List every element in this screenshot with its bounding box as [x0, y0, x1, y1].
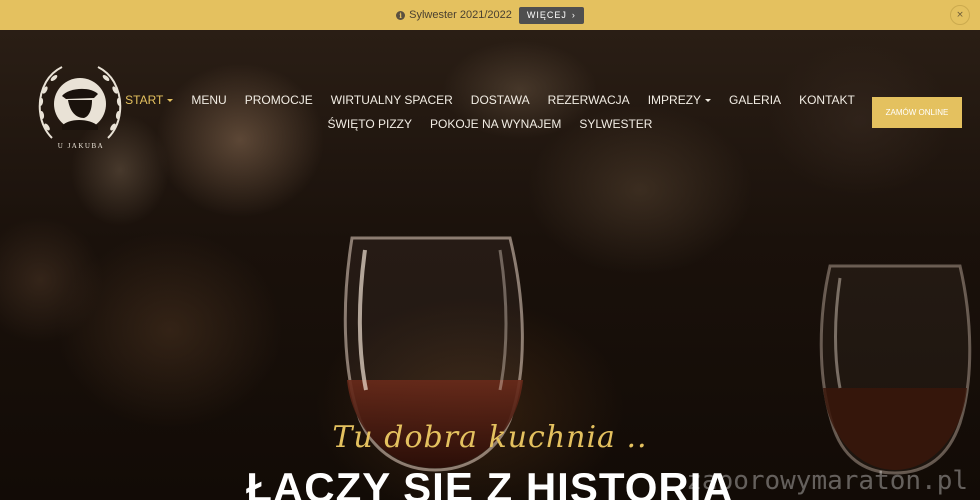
close-icon: ×	[956, 10, 964, 20]
chevron-right-icon: ›	[571, 10, 576, 20]
logo-text: U JAKUBA	[57, 142, 105, 150]
nav-item-pokoje-na-wynajem[interactable]: POKOJE NA WYNAJEM	[421, 117, 570, 131]
info-icon: i	[396, 10, 406, 20]
nav-item-galeria[interactable]: GALERIA	[720, 93, 790, 107]
announcement-text: Sylwester 2021/2022	[409, 9, 512, 21]
caret-down-icon	[167, 99, 174, 103]
nav-row-primary: START MENU PROMOCJE WIRTUALNY SPACER DOS…	[125, 89, 855, 111]
nav-item-label: IMPREZY	[647, 93, 702, 107]
nav-item-sylwester[interactable]: SYLWESTER	[570, 117, 661, 131]
announcement-bar: i Sylwester 2021/2022 WIĘCEJ › ×	[0, 0, 980, 30]
nav-item-label: START	[125, 93, 164, 107]
nav-item-rezerwacja[interactable]: REZERWACJA	[539, 93, 639, 107]
nav-item-menu[interactable]: MENU	[182, 93, 235, 107]
nav-item-promocje[interactable]: PROMOCJE	[236, 93, 322, 107]
nav-item-dostawa[interactable]: DOSTAWA	[462, 93, 539, 107]
nav-item-wirtualny-spacer[interactable]: WIRTUALNY SPACER	[322, 93, 462, 107]
nav-row-secondary: ŚWIĘTO PIZZY POKOJE NA WYNAJEM SYLWESTER	[185, 113, 795, 135]
watermark-text: zaporowymaraton.pl	[686, 466, 968, 496]
nav-item-kontakt[interactable]: KONTAKT	[790, 93, 864, 107]
nav-item-imprezy[interactable]: IMPREZY	[639, 93, 720, 107]
order-online-button[interactable]: ZAMÓW ONLINE	[872, 97, 962, 128]
announcement-more-button[interactable]: WIĘCEJ ›	[518, 6, 584, 24]
hero-tagline: Tu dobra kuchnia ..	[332, 420, 648, 455]
nav-item-swieto-pizzy[interactable]: ŚWIĘTO PIZZY	[319, 117, 421, 131]
close-announcement-button[interactable]: ×	[950, 5, 970, 25]
main-navigation: START MENU PROMOCJE WIRTUALNY SPACER DOS…	[125, 89, 855, 135]
wine-glass-image	[343, 236, 524, 472]
nav-item-start[interactable]: START	[116, 93, 182, 107]
caret-down-icon	[705, 99, 712, 103]
announcement-more-label: WIĘCEJ	[526, 10, 567, 20]
